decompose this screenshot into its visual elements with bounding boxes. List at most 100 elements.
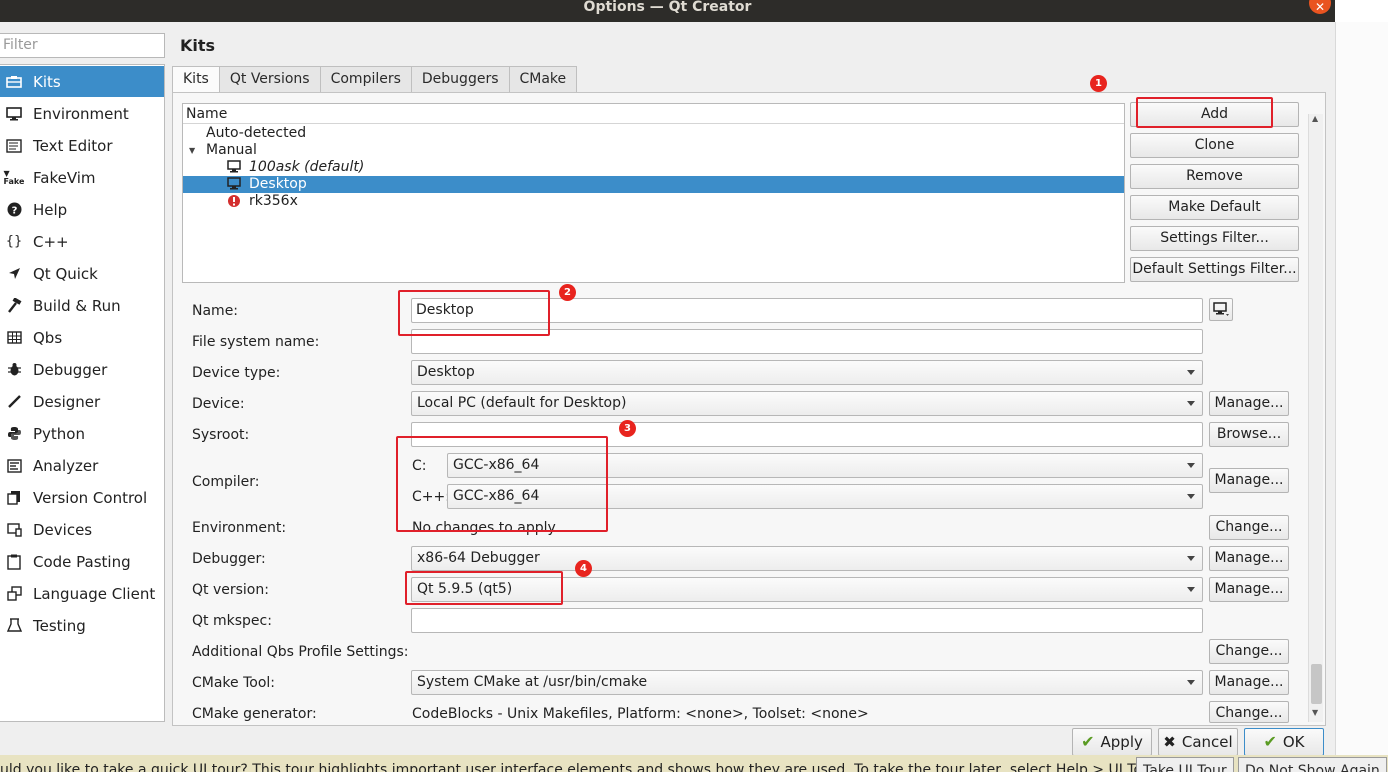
cmake-generator-value: CodeBlocks - Unix Makefiles, Platform: <… bbox=[412, 706, 869, 722]
sidebar-item-label: Designer bbox=[33, 392, 101, 411]
close-icon[interactable]: ✕ bbox=[1309, 0, 1331, 14]
device-type-value: Desktop bbox=[417, 364, 475, 380]
cmake-generator-change-button[interactable]: Change... bbox=[1209, 701, 1289, 723]
devices-icon bbox=[5, 521, 23, 539]
background-window bbox=[1335, 0, 1388, 755]
vertical-scrollbar[interactable]: ▲ ▼ bbox=[1308, 114, 1323, 722]
sidebar-item-qt-quick[interactable]: Qt Quick bbox=[0, 258, 164, 289]
apply-label: Apply bbox=[1100, 733, 1143, 751]
qt-mkspec-input[interactable] bbox=[411, 608, 1203, 633]
chevron-down-icon bbox=[1187, 556, 1195, 561]
sidebar-item-label: C++ bbox=[33, 232, 69, 251]
pen-icon bbox=[5, 393, 23, 411]
bug-icon bbox=[5, 361, 23, 379]
tree-row-label: Manual bbox=[206, 142, 257, 158]
sidebar-item-kits[interactable]: Kits bbox=[0, 66, 164, 97]
qt-mkspec-label: Qt mkspec: bbox=[192, 613, 272, 629]
tree-row-auto-detected[interactable]: Auto-detected bbox=[183, 125, 1124, 142]
cancel-icon: ✖ bbox=[1163, 733, 1176, 751]
scrollbar-thumb[interactable] bbox=[1311, 664, 1322, 704]
device-select[interactable]: Local PC (default for Desktop) bbox=[411, 391, 1203, 416]
qt-version-manage-button[interactable]: Manage... bbox=[1209, 577, 1289, 602]
sidebar-item-testing[interactable]: Testing bbox=[0, 610, 164, 641]
debugger-label: Debugger: bbox=[192, 551, 266, 567]
help-icon: ? bbox=[5, 201, 23, 219]
monitor-icon bbox=[227, 160, 241, 174]
make-default-button[interactable]: Make Default bbox=[1130, 195, 1299, 220]
ok-label: OK bbox=[1282, 733, 1305, 751]
tree-row-kit-desktop[interactable]: Desktop bbox=[183, 176, 1124, 193]
compiler-manage-button[interactable]: Manage... bbox=[1209, 468, 1289, 493]
tab-compilers[interactable]: Compilers bbox=[319, 66, 412, 92]
page-title: Kits bbox=[180, 36, 216, 55]
annotation-badge-2: 2 bbox=[559, 284, 576, 301]
take-ui-tour-button[interactable]: Take UI Tour bbox=[1136, 757, 1234, 772]
cmake-tool-manage-button[interactable]: Manage... bbox=[1209, 670, 1289, 695]
filter-input[interactable]: Filter bbox=[0, 33, 165, 58]
scroll-up-icon[interactable]: ▲ bbox=[1312, 114, 1318, 123]
expand-arrow-icon[interactable]: ▼ bbox=[189, 142, 195, 159]
sysroot-browse-button[interactable]: Browse... bbox=[1209, 422, 1289, 447]
clone-kit-button[interactable]: Clone bbox=[1130, 133, 1299, 158]
cmake-tool-select[interactable]: System CMake at /usr/bin/cmake bbox=[411, 670, 1203, 695]
device-type-select[interactable]: Desktop bbox=[411, 360, 1203, 385]
sidebar-item-version-control[interactable]: Version Control bbox=[0, 482, 164, 513]
default-settings-filter-button[interactable]: Default Settings Filter... bbox=[1130, 257, 1299, 282]
sidebar-item-label: Help bbox=[33, 200, 68, 219]
window-title: Options — Qt Creator bbox=[583, 0, 752, 15]
tab-cmake[interactable]: CMake bbox=[508, 66, 578, 92]
python-icon bbox=[5, 425, 23, 443]
tree-row-kit-100ask[interactable]: 100ask (default) bbox=[183, 159, 1124, 176]
compiler-label: Compiler: bbox=[192, 474, 260, 490]
tab-kits[interactable]: Kits bbox=[172, 66, 220, 93]
sidebar-item-help[interactable]: ? Help bbox=[0, 194, 164, 225]
sidebar-item-label: FakeVim bbox=[33, 168, 96, 187]
remove-kit-button[interactable]: Remove bbox=[1130, 164, 1299, 189]
sidebar-item-python[interactable]: Python bbox=[0, 418, 164, 449]
sidebar-item-label: Text Editor bbox=[33, 136, 113, 155]
chevron-down-icon bbox=[1187, 401, 1195, 406]
apply-button[interactable]: ✔ Apply bbox=[1072, 728, 1152, 756]
tree-row-manual[interactable]: ▼ Manual bbox=[183, 142, 1124, 159]
sidebar-item-qbs[interactable]: Qbs bbox=[0, 322, 164, 353]
sidebar-item-fakevim[interactable]: ▼ Fake FakeVim bbox=[0, 162, 164, 193]
device-manage-button[interactable]: Manage... bbox=[1209, 391, 1289, 416]
sidebar-item-designer[interactable]: Designer bbox=[0, 386, 164, 417]
clipboard-icon bbox=[5, 553, 23, 571]
tab-debuggers[interactable]: Debuggers bbox=[410, 66, 510, 92]
debugger-select[interactable]: x86-64 Debugger bbox=[411, 546, 1203, 571]
debugger-manage-button[interactable]: Manage... bbox=[1209, 546, 1289, 571]
sidebar-item-analyzer[interactable]: Analyzer bbox=[0, 450, 164, 481]
sidebar-item-text-editor[interactable]: Text Editor bbox=[0, 130, 164, 161]
tree-header-name[interactable]: Name bbox=[183, 104, 1124, 124]
sidebar-item-label: Analyzer bbox=[33, 456, 99, 475]
sidebar-item-code-pasting[interactable]: Code Pasting bbox=[0, 546, 164, 577]
sidebar-item-build-run[interactable]: Build & Run bbox=[0, 290, 164, 321]
debugger-value: x86-64 Debugger bbox=[417, 550, 540, 566]
settings-filter-button[interactable]: Settings Filter... bbox=[1130, 226, 1299, 251]
sidebar-item-debugger[interactable]: Debugger bbox=[0, 354, 164, 385]
tree-row-label: rk356x bbox=[249, 193, 298, 209]
qbs-profile-change-button[interactable]: Change... bbox=[1209, 639, 1289, 664]
tree-row-label: Auto-detected bbox=[206, 125, 307, 141]
sidebar-item-language-client[interactable]: Language Client bbox=[0, 578, 164, 609]
checkmark-icon: ✔ bbox=[1081, 732, 1095, 751]
text-editor-icon bbox=[5, 137, 23, 155]
tree-row-kit-rk356x[interactable]: rk356x bbox=[183, 193, 1124, 210]
tab-qt-versions[interactable]: Qt Versions bbox=[218, 66, 321, 92]
kit-tree[interactable]: Name Auto-detected ▼ Manual 100ask (defa… bbox=[182, 103, 1125, 283]
ok-button[interactable]: ✔ OK bbox=[1244, 728, 1324, 756]
kits-icon bbox=[5, 73, 23, 91]
kit-icon-button[interactable] bbox=[1209, 298, 1233, 321]
ui-tour-text: uld you like to take a quick UI tour? Th… bbox=[0, 762, 1160, 772]
do-not-show-again-button[interactable]: Do Not Show Again bbox=[1238, 757, 1387, 772]
sidebar-item-cpp[interactable]: {} C++ bbox=[0, 226, 164, 257]
options-sidebar: Kits Environment Text Editor ▼ Fake FakeV… bbox=[0, 64, 165, 722]
sidebar-item-environment[interactable]: Environment bbox=[0, 98, 164, 129]
sidebar-item-devices[interactable]: Devices bbox=[0, 514, 164, 545]
chevron-down-icon bbox=[1187, 680, 1195, 685]
cancel-button[interactable]: ✖ Cancel bbox=[1158, 728, 1238, 756]
scroll-down-icon[interactable]: ▼ bbox=[1312, 708, 1318, 717]
environment-change-button[interactable]: Change... bbox=[1209, 515, 1289, 540]
cmake-tool-label: CMake Tool: bbox=[192, 675, 276, 691]
